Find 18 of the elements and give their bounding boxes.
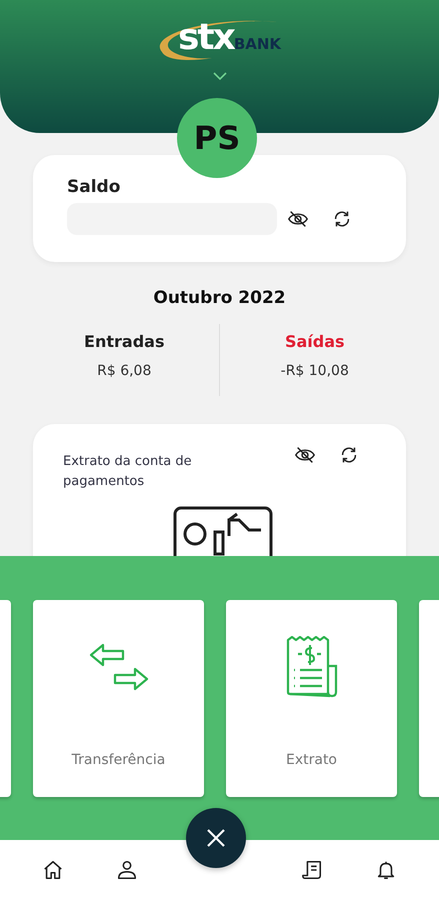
home-icon[interactable]	[42, 859, 64, 881]
summary-label: Entradas	[84, 332, 164, 351]
profile-icon[interactable]	[116, 859, 138, 881]
chevron-down-icon[interactable]	[212, 72, 226, 80]
logo-text: stx	[178, 16, 234, 60]
eye-off-icon[interactable]	[287, 208, 309, 230]
balance-label: Saldo	[67, 177, 122, 197]
summary-label: Saídas	[284, 332, 345, 351]
statement-card-title: Extrato da conta de pagamentos	[63, 453, 193, 491]
summary-value: R$ 6,08	[97, 363, 152, 379]
shortcut-card[interactable]: Extrato	[226, 600, 397, 797]
document-icon[interactable]	[301, 859, 324, 881]
logo-subtext: BANK	[234, 37, 282, 52]
summary-value: -R$ 10,08	[280, 363, 349, 379]
eye-off-icon[interactable]	[294, 444, 316, 466]
close-icon	[206, 828, 226, 848]
period-title: Outubro 2022	[153, 288, 286, 308]
shortcut-card[interactable]: Transferência	[33, 600, 204, 797]
